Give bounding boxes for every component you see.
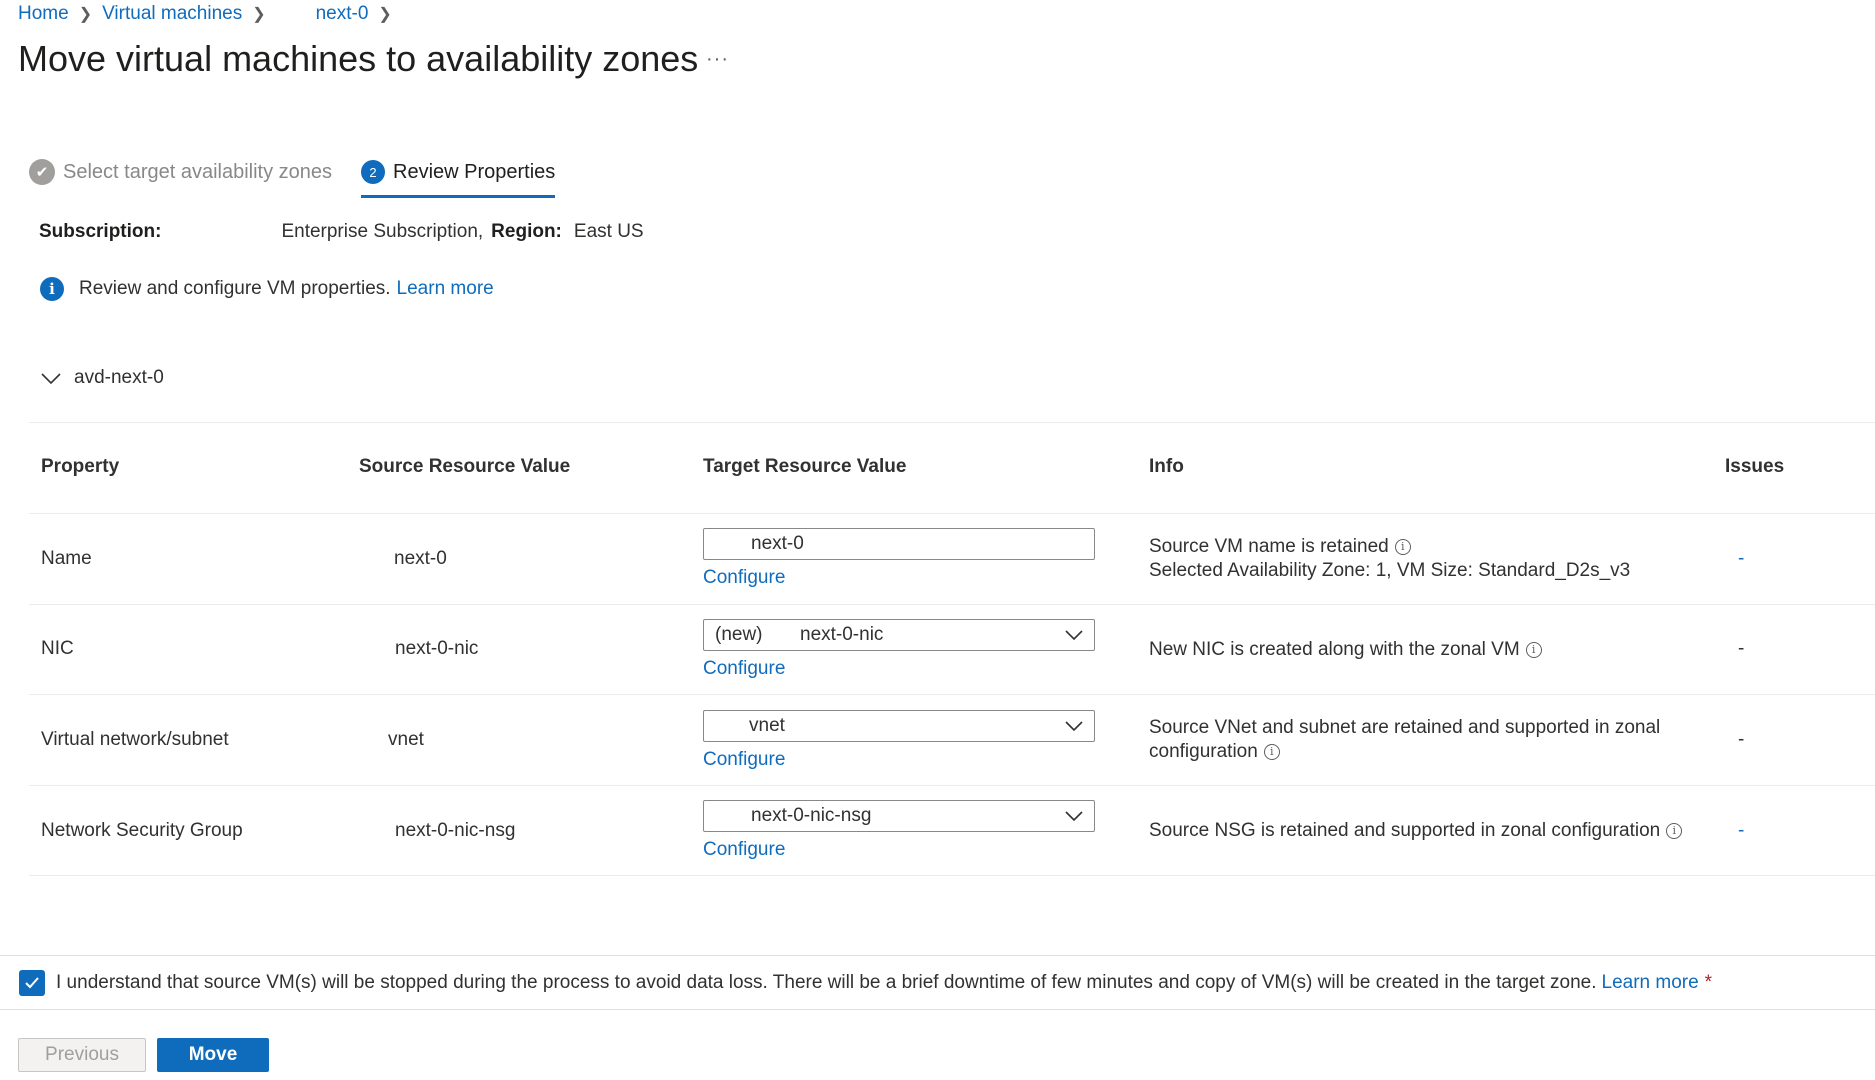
region-label: Region:	[491, 221, 562, 242]
issues-cell: -	[1738, 729, 1745, 750]
chevron-down-icon	[41, 373, 61, 385]
info-line: configuration	[1149, 741, 1258, 762]
info-text: Review and configure VM properties.	[79, 278, 391, 299]
source-cell: next-0-nic	[395, 638, 479, 659]
configure-link[interactable]: Configure	[703, 839, 785, 861]
info-circle-icon[interactable]: i	[1666, 822, 1683, 839]
chevron-down-icon	[1065, 811, 1083, 822]
acknowledge-checkbox[interactable]	[19, 970, 45, 996]
checkmark-icon: ✔	[29, 159, 55, 185]
breadcrumb: Home ❯ Virtual machines ❯ next-0 ❯	[18, 2, 402, 26]
vm-group-toggle[interactable]: avd-next-0	[40, 366, 164, 390]
footer-divider	[0, 1009, 1875, 1010]
property-cell: Name	[41, 548, 92, 569]
page-title: Move virtual machines to availability zo…	[18, 38, 699, 79]
region-value: East US	[573, 221, 644, 242]
chevron-right-icon: ❯	[252, 6, 266, 23]
subscription-summary: Subscription: Enterprise Subscription, R…	[39, 220, 644, 244]
info-cell: Source VM name is retained i Selected Ava…	[1149, 535, 1630, 583]
info-cell: Source NSG is retained and supported in …	[1149, 819, 1683, 843]
source-cell: vnet	[388, 729, 424, 750]
divider	[29, 875, 1875, 876]
divider	[29, 422, 1875, 423]
issues-cell[interactable]: -	[1738, 548, 1744, 570]
info-icon: i	[40, 277, 64, 301]
target-value: next-0	[751, 533, 804, 554]
column-header-source: Source Resource Value	[359, 456, 571, 477]
target-nic-dropdown[interactable]: (new) next-0-nic	[703, 619, 1095, 651]
acknowledgement-text-row: I understand that source VM(s) will be s…	[56, 970, 1712, 996]
info-line: New NIC is created along with the zonal …	[1149, 639, 1520, 660]
column-header-issues: Issues	[1725, 456, 1785, 477]
subscription-value: Enterprise Subscription,	[281, 221, 484, 242]
divider	[29, 604, 1875, 605]
chevron-right-icon: ❯	[378, 6, 392, 23]
property-cell: NIC	[41, 638, 74, 659]
chevron-down-icon	[1065, 630, 1083, 641]
info-circle-icon[interactable]: i	[1525, 641, 1542, 658]
footer-learn-more-link[interactable]: Learn more	[1602, 972, 1699, 994]
acknowledgement-text: I understand that source VM(s) will be s…	[56, 972, 1597, 993]
breadcrumb-home[interactable]: Home	[18, 3, 69, 25]
target-value: next-0-nic-nsg	[751, 805, 872, 826]
tab-label: Select target availability zones	[63, 160, 333, 183]
active-tab-indicator	[361, 195, 556, 198]
info-line: Source VNet and subnet are retained and …	[1149, 717, 1661, 738]
chevron-down-icon	[1065, 721, 1083, 732]
source-cell: next-0	[394, 548, 447, 569]
breadcrumb-vm[interactable]: next-0	[316, 3, 369, 25]
info-banner: i Review and configure VM properties. Le…	[40, 276, 494, 302]
chevron-right-icon: ❯	[78, 6, 93, 23]
divider	[29, 513, 1875, 514]
more-options-icon[interactable]: ···	[706, 48, 729, 71]
info-cell: New NIC is created along with the zonal …	[1149, 638, 1542, 662]
target-value: vnet	[749, 715, 785, 736]
breadcrumb-virtual-machines[interactable]: Virtual machines	[102, 3, 242, 25]
subscription-label: Subscription:	[39, 221, 162, 242]
target-value: next-0-nic	[800, 624, 884, 645]
move-button[interactable]: Move	[157, 1038, 269, 1072]
property-cell: Network Security Group	[41, 820, 243, 841]
info-circle-icon[interactable]: i	[1263, 743, 1280, 760]
checkmark-icon	[25, 977, 39, 989]
tab-select-target-zones[interactable]: ✔ Select target availability zones	[29, 156, 332, 188]
previous-button[interactable]: Previous	[18, 1038, 146, 1072]
info-cell: Source VNet and subnet are retained and …	[1149, 716, 1660, 764]
property-cell: Virtual network/subnet	[41, 729, 229, 750]
divider	[29, 785, 1875, 786]
new-prefix: (new)	[715, 624, 763, 645]
info-line: Source NSG is retained and supported in …	[1149, 820, 1661, 841]
required-marker: *	[1704, 972, 1713, 993]
vm-group-name: avd-next-0	[74, 367, 164, 388]
configure-link[interactable]: Configure	[703, 658, 785, 680]
source-cell: next-0-nic-nsg	[395, 820, 516, 841]
divider	[29, 694, 1875, 695]
column-header-info: Info	[1149, 456, 1184, 477]
target-name-input[interactable]: next-0	[703, 528, 1095, 560]
tab-review-properties[interactable]: 2 Review Properties	[361, 156, 556, 198]
configure-link[interactable]: Configure	[703, 567, 785, 589]
configure-link[interactable]: Configure	[703, 749, 785, 771]
issues-cell: -	[1738, 638, 1745, 659]
issues-cell[interactable]: -	[1738, 820, 1744, 842]
column-header-target: Target Resource Value	[703, 456, 907, 477]
info-line: Source VM name is retained	[1149, 536, 1389, 557]
step-number-badge: 2	[361, 160, 385, 184]
info-line: Selected Availability Zone: 1, VM Size: …	[1149, 560, 1631, 581]
target-nsg-dropdown[interactable]: next-0-nic-nsg	[703, 800, 1095, 832]
target-vnet-dropdown[interactable]: vnet	[703, 710, 1095, 742]
column-header-property: Property	[41, 456, 120, 477]
learn-more-link[interactable]: Learn more	[397, 278, 494, 300]
footer-divider	[0, 955, 1875, 956]
info-circle-icon[interactable]: i	[1394, 538, 1411, 555]
tab-label: Review Properties	[393, 160, 556, 183]
